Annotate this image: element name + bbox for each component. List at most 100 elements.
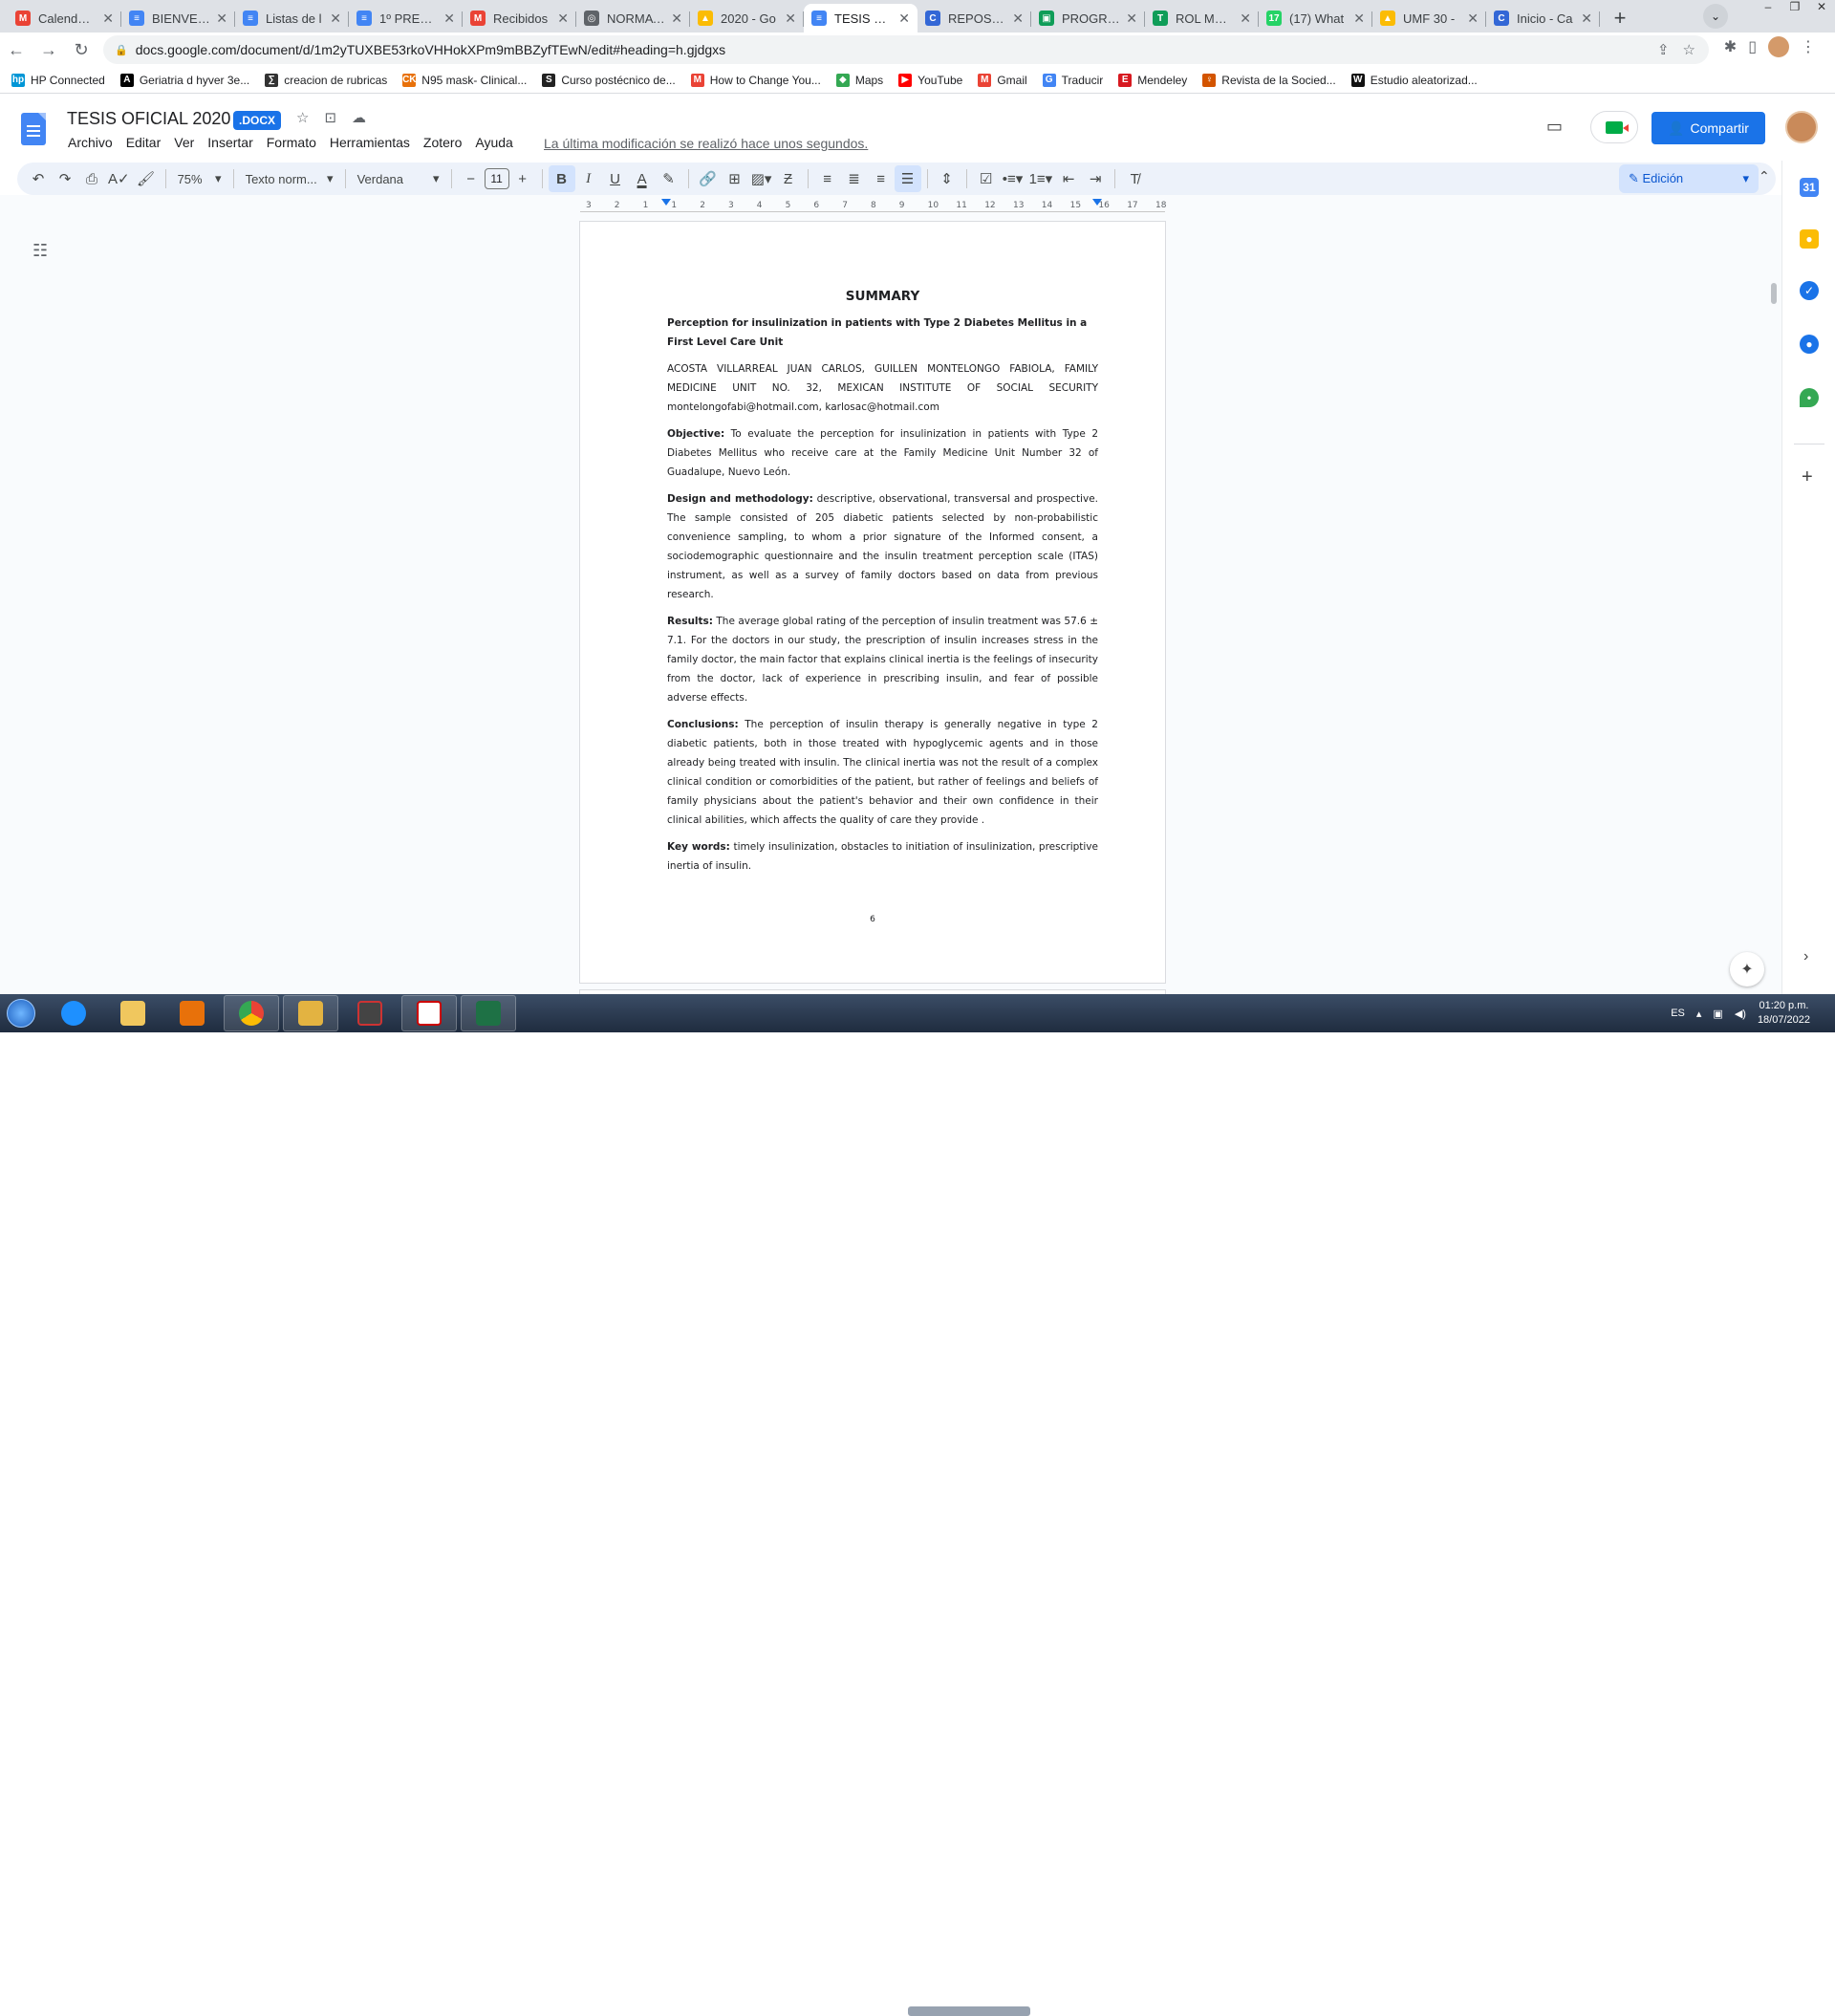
bookmark-item[interactable]: M Gmail <box>978 73 1027 87</box>
expand-panel-icon[interactable]: › <box>1803 948 1808 965</box>
document-page[interactable]: SUMMARY Perception for insulinization in… <box>580 222 1165 983</box>
tab-search-button[interactable]: ⌄ <box>1703 4 1728 29</box>
account-avatar[interactable] <box>1785 111 1818 143</box>
browser-tab[interactable]: C REPOSITO ✕ <box>918 4 1031 33</box>
docs-home-icon[interactable] <box>21 113 46 145</box>
taskbar-explorer[interactable] <box>105 995 161 1031</box>
new-tab-button[interactable]: + <box>1606 4 1634 33</box>
align-right-icon[interactable]: ≡ <box>868 165 895 192</box>
style-select[interactable]: Texto norm... ▾ <box>240 171 339 186</box>
maps-icon[interactable]: • <box>1800 388 1819 407</box>
horizontal-ruler[interactable]: 3 2 1 1 2 3 4 5 6 7 8 9 10 11 12 13 14 15 16 17 18 <box>580 199 1166 212</box>
menu-item[interactable]: Ver <box>167 135 201 150</box>
close-tab-icon[interactable]: ✕ <box>1353 11 1365 27</box>
font-select[interactable]: Verdana ▾ <box>352 171 445 186</box>
highlight-color-icon[interactable]: ✎ <box>656 165 682 192</box>
line-spacing-icon[interactable]: ⇕ <box>934 165 961 192</box>
bookmark-item[interactable]: M How to Change You... <box>690 73 821 87</box>
insert-image-icon[interactable]: ▨▾ <box>748 165 775 192</box>
taskbar-outlook[interactable] <box>283 995 338 1031</box>
menu-item[interactable]: Editar <box>119 135 168 150</box>
right-indent-marker[interactable] <box>1092 199 1102 206</box>
browser-tab[interactable]: C Inicio - Ca ✕ <box>1486 4 1600 33</box>
insert-link-icon[interactable]: 🔗 <box>695 165 722 192</box>
undo-icon[interactable]: ↶ <box>25 165 52 192</box>
cloud-status-icon[interactable]: ☁ <box>352 109 366 126</box>
menu-item[interactable]: Formato <box>260 135 323 150</box>
keep-icon[interactable]: ● <box>1800 229 1819 249</box>
taskbar-excel[interactable] <box>461 995 516 1031</box>
language-indicator[interactable]: ES <box>1671 1008 1685 1019</box>
bookmark-item[interactable]: G Traducir <box>1042 73 1103 87</box>
profile-avatar[interactable] <box>1768 36 1789 57</box>
clear-formatting-icon[interactable]: T̸ <box>1121 165 1148 192</box>
contacts-icon[interactable]: ● <box>1800 335 1819 354</box>
close-tab-icon[interactable]: ✕ <box>898 11 910 27</box>
browser-tab[interactable]: ≡ Listas de l ✕ <box>235 4 349 33</box>
close-tab-icon[interactable]: ✕ <box>785 11 796 27</box>
browser-tab[interactable]: ▣ PROGRAM ✕ <box>1031 4 1145 33</box>
document-outline-icon[interactable]: ☷ <box>32 241 48 261</box>
bulleted-list-icon[interactable]: •≡▾ <box>1000 165 1026 192</box>
browser-tab[interactable]: ◎ NORMA O ✕ <box>576 4 690 33</box>
left-indent-marker[interactable] <box>661 199 671 206</box>
page-content[interactable]: SUMMARY Perception for insulinization in… <box>667 289 1098 883</box>
hide-menus-icon[interactable]: ⌃ <box>1759 168 1770 184</box>
close-tab-icon[interactable]: ✕ <box>1240 11 1251 27</box>
close-tab-icon[interactable]: ✕ <box>671 11 682 27</box>
increase-indent-icon[interactable]: ⇥ <box>1082 165 1109 192</box>
browser-tab[interactable]: ≡ BIENVENIDO ✕ <box>121 4 235 33</box>
decrease-font-size-icon[interactable]: − <box>458 165 485 192</box>
browser-tab[interactable]: ▲ 2020 - Go ✕ <box>690 4 804 33</box>
close-tab-icon[interactable]: ✕ <box>102 11 114 27</box>
menu-item[interactable]: Zotero <box>417 135 468 150</box>
document-title[interactable]: TESIS OFICIAL 2020 <box>67 109 230 129</box>
explore-button[interactable]: ✦ <box>1730 952 1764 986</box>
bookmark-item[interactable]: W Estudio aleatorizad... <box>1350 73 1478 87</box>
close-tab-icon[interactable]: ✕ <box>330 11 341 27</box>
paint-format-icon[interactable]: 🖌 <box>133 165 160 192</box>
add-addon-icon[interactable]: + <box>1802 466 1813 488</box>
close-tab-icon[interactable]: ✕ <box>216 11 227 27</box>
share-button[interactable]: 👤 Compartir <box>1652 112 1765 144</box>
decrease-indent-icon[interactable]: ⇤ <box>1055 165 1082 192</box>
close-tab-icon[interactable]: ✕ <box>1012 11 1024 27</box>
redo-icon[interactable]: ↷ <box>52 165 78 192</box>
side-panel-icon[interactable]: ▯ <box>1748 37 1757 56</box>
italic-icon[interactable]: I <box>575 165 602 192</box>
calendar-icon[interactable]: 31 <box>1800 178 1819 197</box>
bold-icon[interactable]: B <box>548 165 575 192</box>
increase-font-size-icon[interactable]: + <box>509 165 536 192</box>
menu-item[interactable]: Herramientas <box>323 135 417 150</box>
align-left-icon[interactable]: ≡ <box>814 165 841 192</box>
browser-tab[interactable]: 17 (17) What ✕ <box>1259 4 1372 33</box>
browser-tab[interactable]: ≡ 1º PREESC ✕ <box>349 4 463 33</box>
close-tab-icon[interactable]: ✕ <box>1467 11 1479 27</box>
taskbar-media-player[interactable] <box>164 995 220 1031</box>
vertical-scrollbar[interactable] <box>1771 283 1777 304</box>
share-page-icon[interactable]: ⇪ <box>1657 41 1670 58</box>
document-workspace[interactable]: 3 2 1 1 2 3 4 5 6 7 8 9 10 11 12 13 14 15 16 17 18 ☷ SUMMARY… <box>0 195 1781 1000</box>
numbered-list-icon[interactable]: 1≡▾ <box>1026 165 1056 192</box>
browser-tab[interactable]: ≡ TESIS OFIC ✕ <box>804 4 918 33</box>
bookmark-item[interactable]: ◆ Maps <box>835 73 883 87</box>
browser-tab[interactable]: ▲ UMF 30 - ✕ <box>1372 4 1486 33</box>
taskbar-ie[interactable] <box>46 995 101 1031</box>
bookmark-item[interactable]: A Geriatria d hyver 3e... <box>119 73 249 87</box>
align-center-icon[interactable]: ≣ <box>841 165 868 192</box>
justify-icon[interactable]: ☰ <box>894 165 921 192</box>
chrome-menu-icon[interactable]: ⋮ <box>1801 37 1816 56</box>
bookmark-item[interactable]: hp HP Connected <box>11 73 105 87</box>
address-bar[interactable]: 🔒 docs.google.com/document/d/1m2yTUXBE53… <box>103 35 1709 64</box>
start-button[interactable] <box>0 994 42 1032</box>
taskbar-app[interactable] <box>342 995 398 1031</box>
browser-tab[interactable]: T ROL MENS ✕ <box>1145 4 1259 33</box>
underline-icon[interactable]: U <box>602 165 629 192</box>
extensions-icon[interactable]: ✱ <box>1724 37 1737 56</box>
bookmark-item[interactable]: ▶ YouTube <box>898 73 962 87</box>
editing-mode-select[interactable]: ✎ Edición ▾ <box>1619 164 1759 193</box>
browser-tab[interactable]: M Recibidos ✕ <box>463 4 576 33</box>
tray-expand-icon[interactable]: ▴ <box>1696 1008 1702 1020</box>
close-tab-icon[interactable]: ✕ <box>443 11 455 27</box>
bookmark-item[interactable]: ♀ Revista de la Socied... <box>1202 73 1336 87</box>
